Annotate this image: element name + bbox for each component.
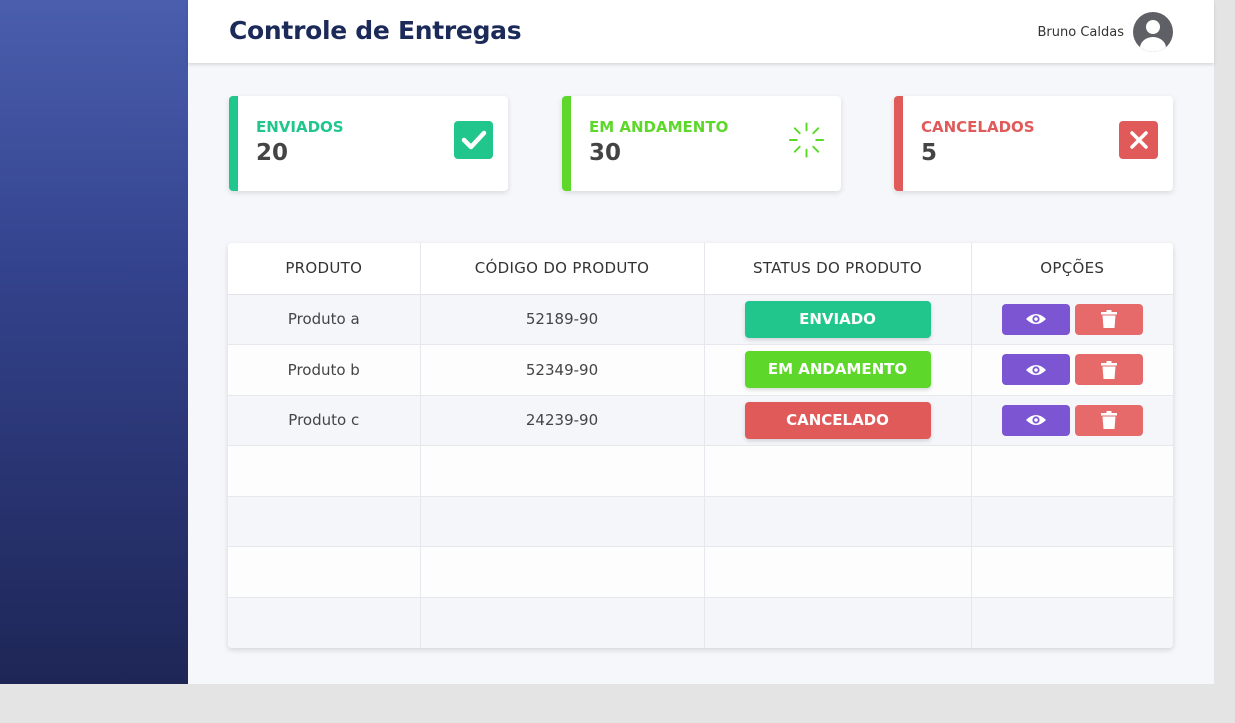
spinner-icon — [787, 121, 826, 159]
eye-icon — [1025, 364, 1046, 375]
card-value: 30 — [589, 140, 622, 166]
column-header: PRODUTO — [228, 243, 421, 295]
table-header-row: PRODUTO CÓDIGO DO PRODUTO STATUS DO PROD… — [228, 243, 1173, 295]
trash-icon — [1100, 360, 1117, 379]
delete-button[interactable] — [1074, 404, 1143, 436]
products-table: PRODUTO CÓDIGO DO PRODUTO STATUS DO PROD… — [228, 243, 1173, 648]
user-avatar-icon[interactable] — [1133, 12, 1173, 52]
table-row-empty — [228, 496, 1173, 548]
check-icon — [454, 121, 493, 159]
delete-button[interactable] — [1074, 303, 1143, 335]
card-cancelados: CANCELADOS 5 — [894, 96, 1173, 191]
card-label: ENVIADOS — [256, 118, 344, 136]
card-label: CANCELADOS — [921, 118, 1035, 136]
table-row-empty — [228, 597, 1173, 648]
x-icon — [1119, 121, 1158, 159]
table-row: Produto b 52349-90 EM ANDAMENTO — [228, 344, 1173, 396]
column-header: CÓDIGO DO PRODUTO — [420, 243, 705, 295]
card-value: 20 — [256, 140, 289, 166]
table-row: Produto c 24239-90 CANCELADO — [228, 395, 1173, 447]
column-header: STATUS DO PRODUTO — [704, 243, 972, 295]
view-button[interactable] — [1001, 303, 1070, 335]
status-badge[interactable]: ENVIADO — [744, 300, 931, 338]
user-name: Bruno Caldas — [1037, 24, 1124, 40]
table-row-empty — [228, 546, 1173, 599]
eye-icon — [1025, 415, 1046, 426]
trash-icon — [1100, 310, 1117, 329]
product-code: 52349-90 — [420, 344, 705, 396]
product-code: 52189-90 — [420, 294, 705, 346]
delete-button[interactable] — [1074, 354, 1143, 386]
product-name: Produto a — [228, 294, 421, 346]
status-badge[interactable]: CANCELADO — [744, 401, 931, 439]
card-enviados: ENVIADOS 20 — [229, 96, 508, 191]
column-header: OPÇÕES — [971, 243, 1173, 295]
trash-icon — [1100, 411, 1117, 430]
product-name: Produto b — [228, 344, 421, 396]
card-em-andamento: EM ANDAMENTO 30 — [562, 96, 841, 191]
user-menu[interactable]: Bruno Caldas — [1038, 12, 1173, 52]
main-area: Controle de Entregas Bruno Caldas ENVIAD… — [188, 0, 1214, 684]
table-row: Produto a 52189-90 ENVIADO — [228, 294, 1173, 346]
page-title: Controle de Entregas — [229, 16, 522, 45]
top-bar: Controle de Entregas Bruno Caldas — [188, 0, 1214, 63]
view-button[interactable] — [1001, 404, 1070, 436]
product-code: 24239-90 — [420, 395, 705, 447]
card-value: 5 — [921, 140, 938, 166]
eye-icon — [1025, 314, 1046, 325]
table-row-empty — [228, 445, 1173, 497]
sidebar — [0, 0, 188, 684]
product-name: Produto c — [228, 395, 421, 447]
view-button[interactable] — [1001, 354, 1070, 386]
card-label: EM ANDAMENTO — [589, 118, 729, 136]
status-badge[interactable]: EM ANDAMENTO — [744, 351, 931, 389]
